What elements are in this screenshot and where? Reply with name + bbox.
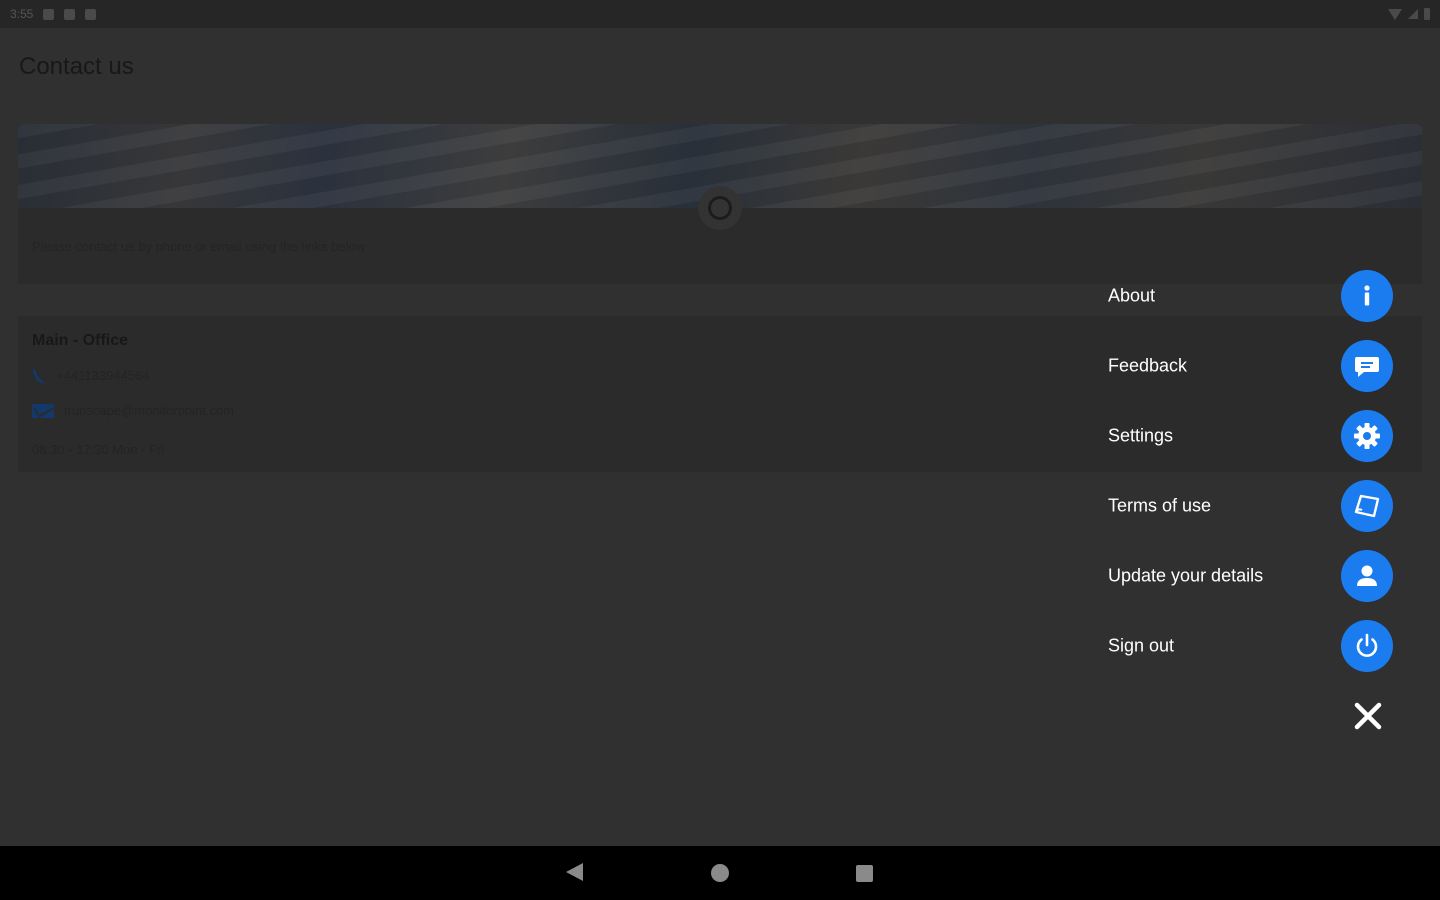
update-details-button[interactable] — [1341, 550, 1393, 602]
close-icon — [1354, 702, 1382, 730]
phone-icon — [30, 367, 48, 384]
notification-icon — [64, 8, 76, 20]
battery-icon — [1424, 8, 1430, 20]
menu-label-terms[interactable]: Terms of use — [1108, 496, 1211, 517]
menu-label-about[interactable]: About — [1108, 286, 1155, 307]
feedback-button[interactable] — [1341, 340, 1393, 392]
menu-item-feedback[interactable]: Feedback — [1100, 338, 1400, 394]
menu-label-update-details[interactable]: Update your details — [1108, 566, 1263, 587]
sign-out-button[interactable] — [1341, 620, 1393, 672]
menu-label-settings[interactable]: Settings — [1108, 426, 1173, 447]
settings-button[interactable] — [1341, 410, 1393, 462]
chat-icon — [1355, 357, 1379, 377]
menu-item-about[interactable]: About — [1100, 268, 1400, 324]
wifi-icon — [1388, 8, 1402, 20]
office-name: Main - Office — [32, 332, 129, 349]
menu-item-update-details[interactable]: Update your details — [1100, 548, 1400, 604]
menu-label-sign-out[interactable]: Sign out — [1108, 636, 1174, 657]
intro-text: Please contact us by phone or email usin… — [32, 239, 366, 254]
document-icon — [1354, 494, 1380, 518]
close-menu-button[interactable] — [1346, 694, 1390, 738]
office-hours: 08:30 - 17:30 Mon - Fri — [32, 442, 165, 457]
gear-icon — [1354, 423, 1380, 449]
email-address: trunscape@monitorpoint.com — [64, 403, 234, 418]
navigation-bar — [0, 846, 1440, 900]
terms-button[interactable] — [1341, 480, 1393, 532]
recents-icon[interactable] — [856, 865, 873, 882]
back-icon[interactable] — [566, 863, 583, 881]
support-headset-icon — [698, 186, 742, 230]
signal-icon — [1408, 9, 1418, 19]
person-icon — [1357, 565, 1377, 586]
power-icon — [1356, 633, 1378, 657]
menu-item-settings[interactable]: Settings — [1100, 408, 1400, 464]
email-link[interactable]: trunscape@monitorpoint.com — [32, 403, 234, 418]
status-bar: 3:55 — [0, 0, 1440, 28]
status-time: 3:55 — [10, 7, 34, 21]
about-button[interactable] — [1341, 270, 1393, 322]
menu-item-sign-out[interactable]: Sign out — [1100, 618, 1400, 674]
phone-link[interactable]: +441133944564 — [30, 367, 150, 384]
phone-number: +441133944564 — [56, 368, 150, 383]
info-icon — [1364, 285, 1370, 306]
notification-icon — [43, 8, 55, 20]
notification-icon — [85, 8, 97, 20]
mail-icon — [32, 403, 54, 418]
menu-item-terms[interactable]: Terms of use — [1100, 478, 1400, 534]
home-icon[interactable] — [711, 864, 729, 882]
menu-label-feedback[interactable]: Feedback — [1108, 356, 1187, 377]
page-title: Contact us — [19, 53, 134, 80]
